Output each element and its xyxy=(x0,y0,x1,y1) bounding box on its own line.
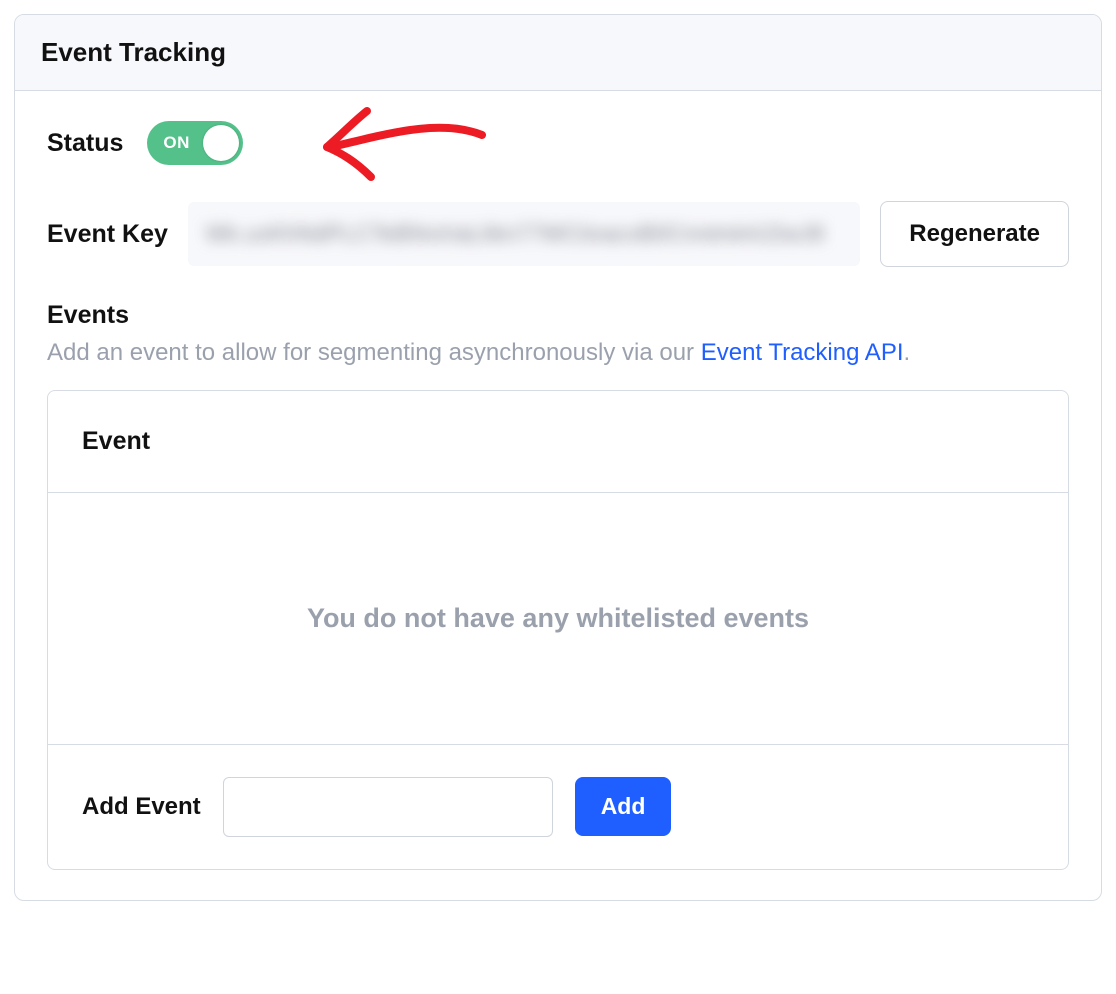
event-tracking-api-link[interactable]: Event Tracking API xyxy=(701,339,904,366)
toggle-knob xyxy=(203,125,239,161)
status-toggle[interactable]: ON xyxy=(147,121,243,165)
event-key-row: Event Key Wk.uxKhNdPLCTeBNviriaLlikn77WC… xyxy=(47,201,1069,267)
event-tracking-panel: Event Tracking Status ON xyxy=(14,14,1102,901)
events-section-description: Add an event to allow for segmenting asy… xyxy=(47,336,1069,370)
event-key-value-box: Wk.uxKhNdPLCTeBNviriaLlikn77WCtixacxB0Cn… xyxy=(188,202,860,266)
panel-header: Event Tracking xyxy=(15,15,1101,91)
toggle-state-label: ON xyxy=(163,133,190,153)
events-table-footer: Add Event Add xyxy=(48,745,1068,869)
events-table: Event You do not have any whitelisted ev… xyxy=(47,390,1069,870)
events-section-title: Events xyxy=(47,301,1069,330)
events-desc-suffix: . xyxy=(904,339,911,366)
events-empty-message: You do not have any whitelisted events xyxy=(68,603,1048,634)
events-table-header-col: Event xyxy=(82,427,1034,456)
events-desc-prefix: Add an event to allow for segmenting asy… xyxy=(47,339,701,366)
events-table-header: Event xyxy=(48,391,1068,493)
add-event-button[interactable]: Add xyxy=(575,777,672,836)
events-section: Events Add an event to allow for segment… xyxy=(47,301,1069,870)
panel-title: Event Tracking xyxy=(41,37,1075,68)
status-label: Status xyxy=(47,129,123,158)
event-key-value: Wk.uxKhNdPLCTeBNviriaLlikn77WCtixacxB0Cn… xyxy=(206,221,824,247)
regenerate-button[interactable]: Regenerate xyxy=(880,201,1069,267)
status-row: Status ON xyxy=(47,121,1069,165)
event-key-label: Event Key xyxy=(47,220,168,249)
arrow-annotation-icon xyxy=(297,97,497,187)
add-event-input[interactable] xyxy=(223,777,553,837)
panel-body: Status ON Event Key Wk.uxKhNdPLC xyxy=(15,91,1101,900)
add-event-label: Add Event xyxy=(82,793,201,821)
events-table-body: You do not have any whitelisted events xyxy=(48,493,1068,745)
